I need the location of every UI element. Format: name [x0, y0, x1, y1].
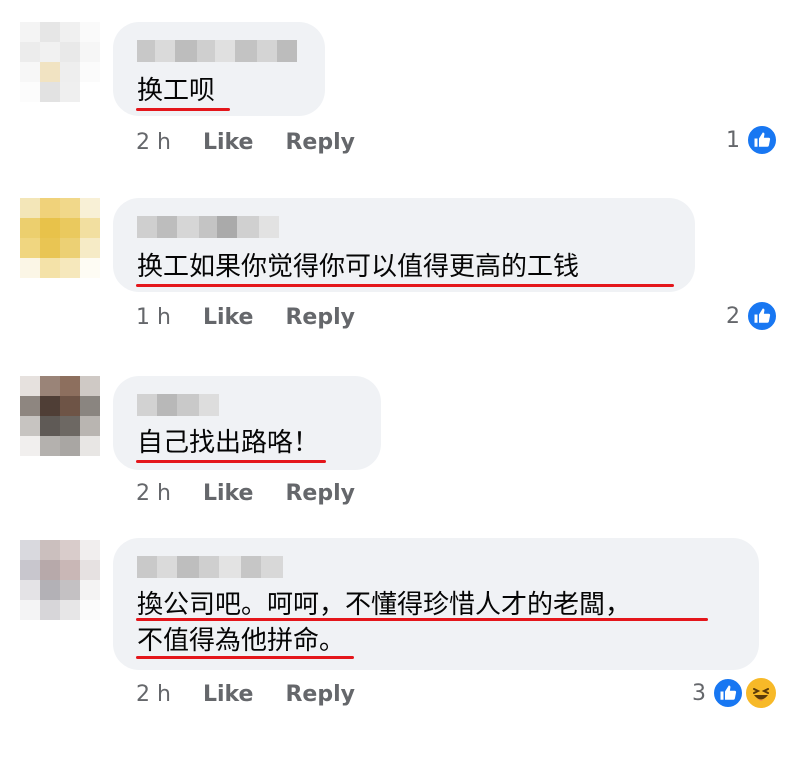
reply-button[interactable]: Reply — [285, 481, 355, 506]
reply-button[interactable]: Reply — [285, 682, 355, 707]
comment-bubble: 換公司吧。呵呵，不懂得珍惜人才的老闆， 不值得為他拼命。 — [113, 538, 759, 670]
red-underline — [136, 656, 354, 659]
author-name-blurred[interactable] — [137, 40, 297, 62]
author-name-blurred[interactable] — [137, 394, 219, 416]
haha-icon — [744, 676, 778, 710]
comment-bubble: 自己找出路咯！ — [113, 376, 381, 470]
comment-text: 换工呗 — [137, 76, 216, 106]
comment-text: 换工如果你觉得你可以值得更高的工钱 — [137, 252, 580, 282]
red-underline — [136, 618, 708, 621]
comment-text: 自己找出路咯！ — [137, 428, 320, 458]
like-icon — [746, 300, 778, 332]
comment-actions: 2 h Like Reply — [136, 130, 355, 155]
like-button[interactable]: Like — [203, 682, 254, 707]
like-button[interactable]: Like — [203, 130, 254, 155]
timestamp[interactable]: 2 h — [136, 481, 171, 506]
like-button[interactable]: Like — [203, 481, 254, 506]
author-name-blurred[interactable] — [137, 556, 283, 578]
like-button[interactable]: Like — [203, 305, 254, 330]
reaction-count: 2 — [726, 303, 740, 329]
comment-bubble: 换工呗 — [113, 22, 325, 116]
like-icon — [746, 124, 778, 156]
avatar[interactable] — [20, 198, 100, 278]
avatar[interactable] — [20, 22, 100, 102]
comment-text-line-2: 不值得為他拼命。 — [137, 626, 346, 656]
reaction-summary[interactable]: 2 — [726, 300, 778, 332]
comment-actions: 2 h Like Reply — [136, 682, 355, 707]
avatar[interactable] — [20, 376, 100, 456]
avatar[interactable] — [20, 540, 100, 620]
reply-button[interactable]: Reply — [285, 305, 355, 330]
timestamp[interactable]: 2 h — [136, 682, 171, 707]
reply-button[interactable]: Reply — [285, 130, 355, 155]
reaction-summary[interactable]: 3 — [692, 676, 778, 710]
reaction-summary[interactable]: 1 — [726, 124, 778, 156]
like-icon — [712, 677, 744, 709]
comment-actions: 1 h Like Reply — [136, 305, 355, 330]
timestamp[interactable]: 2 h — [136, 130, 171, 155]
comment-actions: 2 h Like Reply — [136, 481, 355, 506]
red-underline — [136, 284, 674, 287]
author-name-blurred[interactable] — [137, 216, 279, 238]
red-underline — [136, 108, 230, 111]
reaction-count: 3 — [692, 680, 706, 706]
reaction-count: 1 — [726, 127, 740, 153]
comment-bubble: 换工如果你觉得你可以值得更高的工钱 — [113, 198, 695, 292]
timestamp[interactable]: 1 h — [136, 305, 171, 330]
red-underline — [136, 460, 326, 463]
